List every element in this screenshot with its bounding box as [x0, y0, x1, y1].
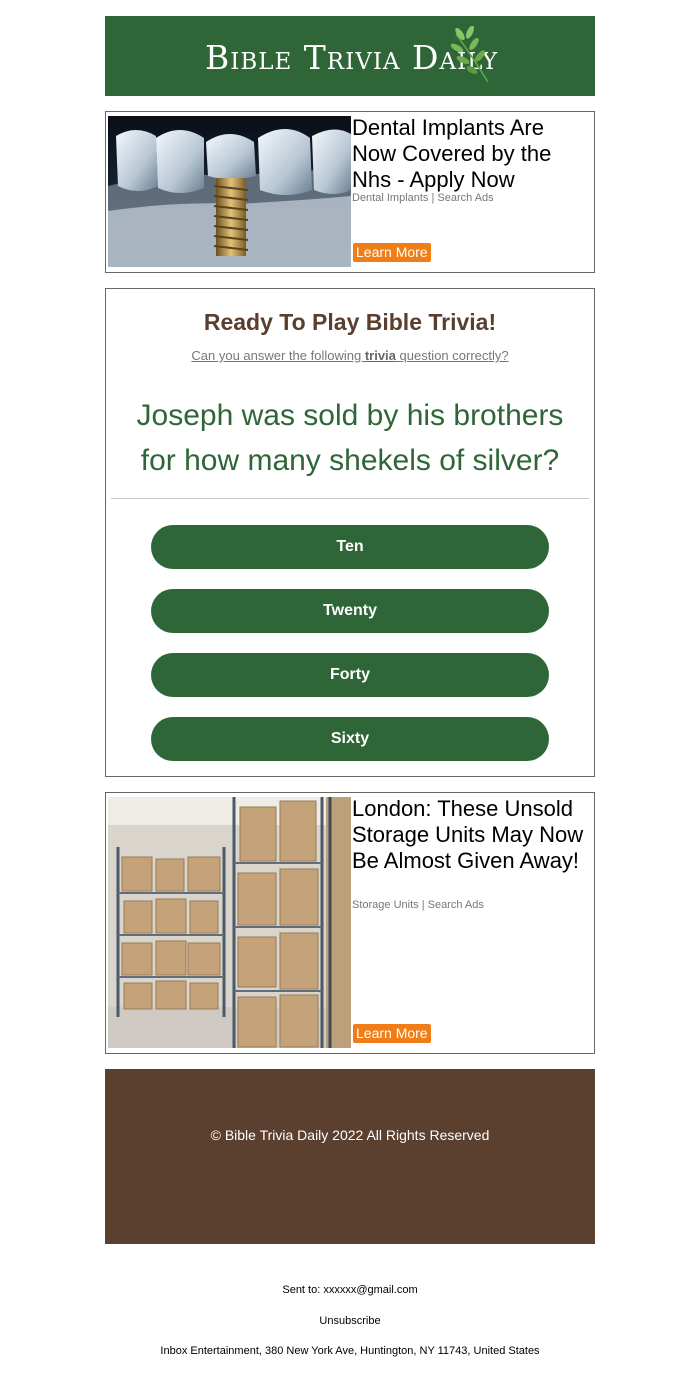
learn-more-button[interactable]: Learn More: [353, 243, 431, 262]
answer-button-twenty[interactable]: Twenty: [151, 589, 549, 633]
ad-image-dental-implant[interactable]: [108, 116, 351, 267]
logo-text: Bible Trivia Daily: [205, 38, 499, 77]
divider: [111, 498, 589, 499]
sent-to-text: Sent to: xxxxxx@gmail.com: [282, 1284, 418, 1296]
ad-source: Dental Implants | Search Ads: [352, 192, 494, 204]
ad-card-storage[interactable]: London: These Unsold Storage Units May N…: [105, 792, 595, 1054]
answer-button-sixty[interactable]: Sixty: [151, 717, 549, 761]
answer-button-forty[interactable]: Forty: [151, 653, 549, 697]
footer-banner: © Bible Trivia Daily 2022 All Rights Res…: [105, 1069, 595, 1244]
subheading-after[interactable]: question correctly?: [396, 348, 509, 363]
learn-more-button[interactable]: Learn More: [353, 1024, 431, 1043]
trivia-heading: Ready To Play Bible Trivia!: [203, 309, 497, 335]
ad-source: Storage Units | Search Ads: [352, 899, 484, 911]
ad-title[interactable]: Dental Implants Are Now Covered by the N…: [352, 115, 592, 193]
trivia-card: Ready To Play Bible Trivia! Can you answ…: [105, 288, 595, 777]
leaf-sprig-icon: [450, 26, 489, 83]
company-address: Inbox Entertainment, 380 New York Ave, H…: [160, 1345, 540, 1357]
ad-image-storage-units[interactable]: [108, 797, 351, 1048]
ad-card-dental[interactable]: Dental Implants Are Now Covered by the N…: [105, 111, 595, 273]
storage-shelves-illustration: [108, 797, 351, 1048]
unsubscribe-link[interactable]: Unsubscribe: [0, 1315, 700, 1327]
header-banner: Bible Trivia Daily: [105, 16, 595, 96]
trivia-subheading[interactable]: Can you answer the following trivia ques…: [106, 348, 594, 363]
copyright-text: © Bible Trivia Daily 2022 All Rights Res…: [210, 1127, 490, 1143]
trivia-question: Joseph was sold by his brothers for how …: [136, 399, 564, 477]
subheading-bold[interactable]: trivia: [365, 348, 396, 363]
subheading-before[interactable]: Can you answer the following: [191, 348, 364, 363]
dental-implant-illustration: [108, 116, 351, 267]
answer-button-ten[interactable]: Ten: [151, 525, 549, 569]
ad-title[interactable]: London: These Unsold Storage Units May N…: [352, 796, 592, 874]
